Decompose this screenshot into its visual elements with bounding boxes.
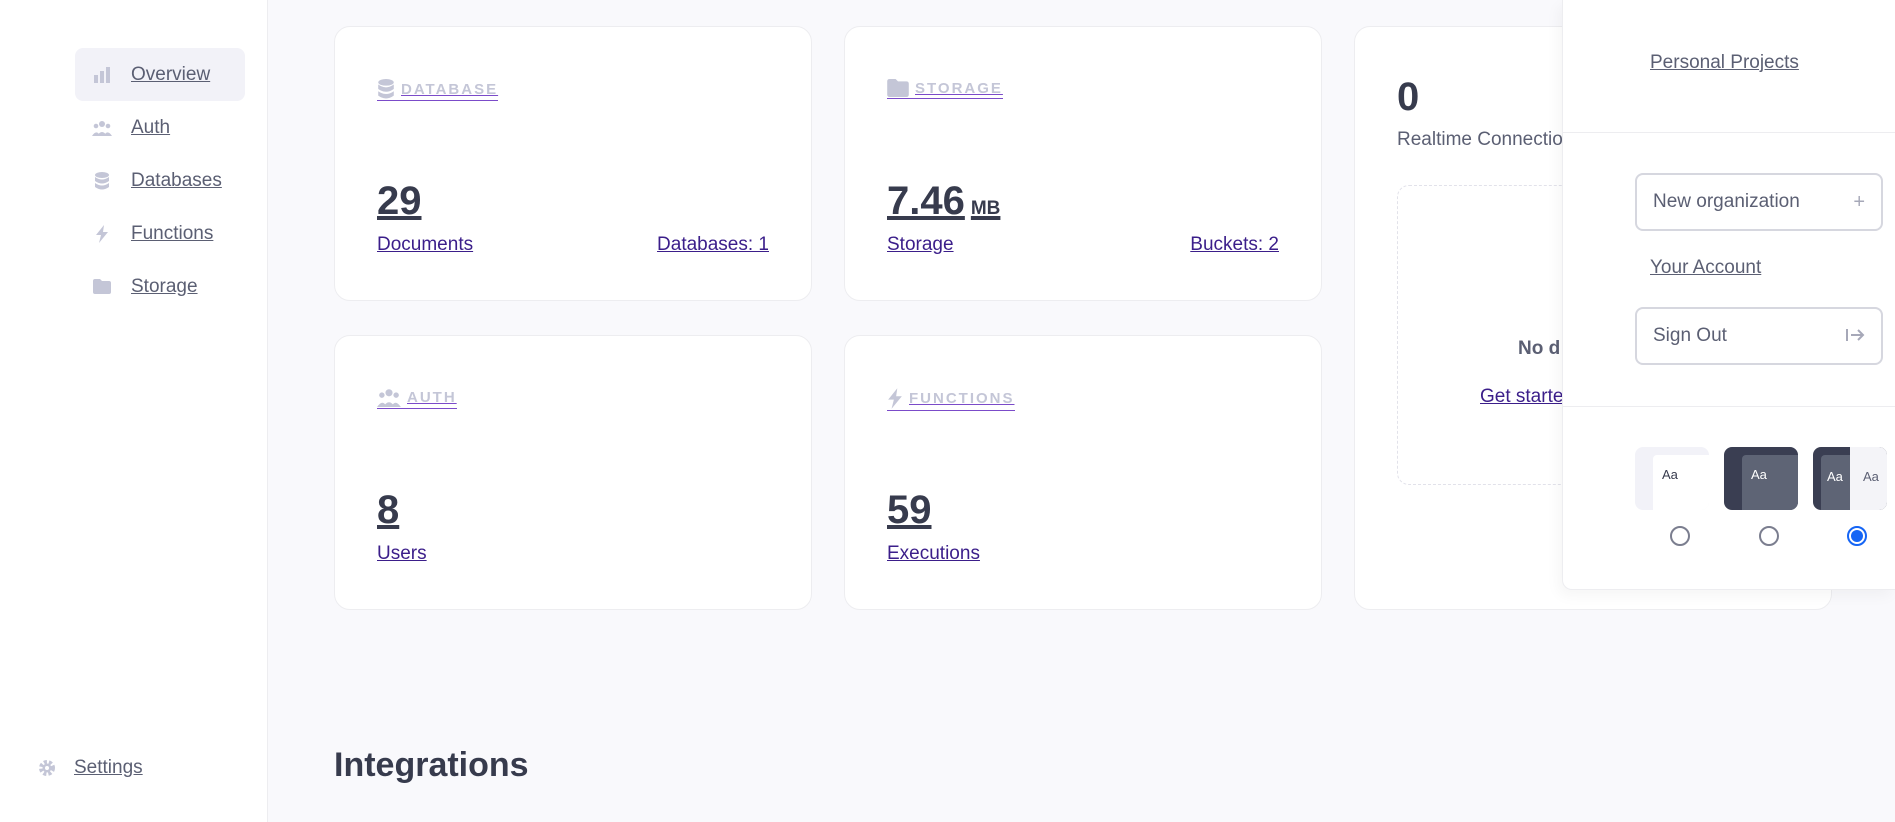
theme-dark-radio[interactable]	[1759, 526, 1779, 546]
auth-heading: AUTH	[407, 389, 457, 406]
theme-options: Aa Aa Aa Aa	[1635, 447, 1895, 510]
executions-count[interactable]: 59	[887, 488, 932, 533]
sidebar-item-databases[interactable]: Databases	[75, 154, 245, 207]
functions-card: FUNCTIONS 59 Executions	[844, 335, 1322, 610]
gear-icon	[36, 758, 58, 778]
sidebar-item-functions[interactable]: Functions	[75, 207, 245, 260]
theme-light-preview[interactable]: Aa	[1635, 447, 1709, 510]
lightning-icon	[91, 224, 113, 244]
account-dropdown: Personal Projects New organization + You…	[1562, 0, 1895, 590]
theme-dark-preview[interactable]: Aa	[1724, 447, 1798, 510]
functions-heading-link[interactable]: FUNCTIONS	[887, 388, 1015, 411]
database-icon	[91, 171, 113, 191]
executions-link[interactable]: Executions	[887, 543, 980, 565]
theme-light-radio[interactable]	[1670, 526, 1690, 546]
storage-size[interactable]: 7.46 MB	[887, 179, 1000, 224]
sidebar-item-settings[interactable]: Settings	[36, 757, 143, 779]
theme-system-radio[interactable]	[1847, 526, 1867, 546]
users-count[interactable]: 8	[377, 488, 399, 533]
dropdown-divider	[1563, 132, 1895, 133]
realtime-label: Realtime Connections	[1397, 129, 1583, 150]
theme-system-label-light: Aa	[1863, 469, 1879, 484]
storage-heading: STORAGE	[915, 79, 1003, 97]
settings-label: Settings	[74, 757, 143, 778]
sign-out-icon	[1845, 325, 1865, 348]
database-heading-link[interactable]: DATABASE	[377, 79, 499, 101]
sidebar-nav: Overview Auth Databases Functions Storag…	[75, 48, 245, 313]
storage-link[interactable]: Storage	[887, 234, 954, 256]
users-icon	[91, 118, 113, 138]
auth-heading-link[interactable]: AUTH	[377, 388, 457, 409]
auth-card: AUTH 8 Users	[334, 335, 812, 610]
your-account-link[interactable]: Your Account	[1650, 257, 1761, 279]
database-heading: DATABASE	[401, 80, 499, 98]
storage-size-value: 7.46	[887, 179, 965, 223]
users-icon	[377, 388, 401, 407]
sidebar-item-label: Overview	[131, 63, 211, 85]
theme-system-label-dark: Aa	[1827, 469, 1843, 484]
database-card: DATABASE 29 Documents Databases: 1	[334, 26, 812, 301]
theme-dark-label: Aa	[1751, 467, 1767, 482]
sidebar-item-label: Databases	[131, 169, 222, 191]
integrations-heading: Integrations	[334, 746, 529, 784]
documents-count[interactable]: 29	[377, 179, 422, 224]
bar-chart-icon	[91, 65, 113, 85]
sidebar-item-label: Storage	[131, 275, 198, 297]
storage-size-unit: MB	[970, 198, 1001, 219]
dropdown-divider	[1563, 406, 1895, 407]
get-started-link[interactable]: Get starte	[1480, 386, 1563, 408]
plus-icon: +	[1853, 190, 1865, 213]
buckets-count-link[interactable]: Buckets: 2	[1190, 234, 1279, 256]
theme-light-label: Aa	[1662, 467, 1678, 482]
sidebar: Overview Auth Databases Functions Storag…	[0, 0, 268, 822]
sidebar-item-overview[interactable]: Overview	[75, 48, 245, 101]
sign-out-button[interactable]: Sign Out	[1635, 307, 1883, 365]
theme-system-preview[interactable]: Aa Aa	[1813, 447, 1887, 510]
documents-link[interactable]: Documents	[377, 234, 473, 256]
sidebar-item-auth[interactable]: Auth	[75, 101, 245, 154]
storage-heading-link[interactable]: STORAGE	[887, 79, 1003, 99]
users-link[interactable]: Users	[377, 543, 427, 565]
storage-card: STORAGE 7.46 MB Storage Buckets: 2	[844, 26, 1322, 301]
personal-projects-link[interactable]: Personal Projects	[1650, 52, 1799, 74]
realtime-count: 0	[1397, 75, 1420, 119]
database-icon	[377, 79, 395, 99]
folder-icon	[887, 79, 909, 97]
sidebar-item-label: Functions	[131, 222, 214, 244]
new-organization-button[interactable]: New organization +	[1635, 173, 1883, 231]
new-organization-label: New organization	[1653, 191, 1800, 212]
functions-heading: FUNCTIONS	[909, 390, 1015, 407]
empty-state-title: No d	[1518, 338, 1561, 359]
databases-count-link[interactable]: Databases: 1	[657, 234, 769, 256]
sidebar-item-label: Auth	[131, 116, 171, 138]
folder-icon	[91, 277, 113, 297]
lightning-icon	[887, 388, 903, 409]
sidebar-item-storage[interactable]: Storage	[75, 260, 245, 313]
sign-out-label: Sign Out	[1653, 325, 1727, 346]
